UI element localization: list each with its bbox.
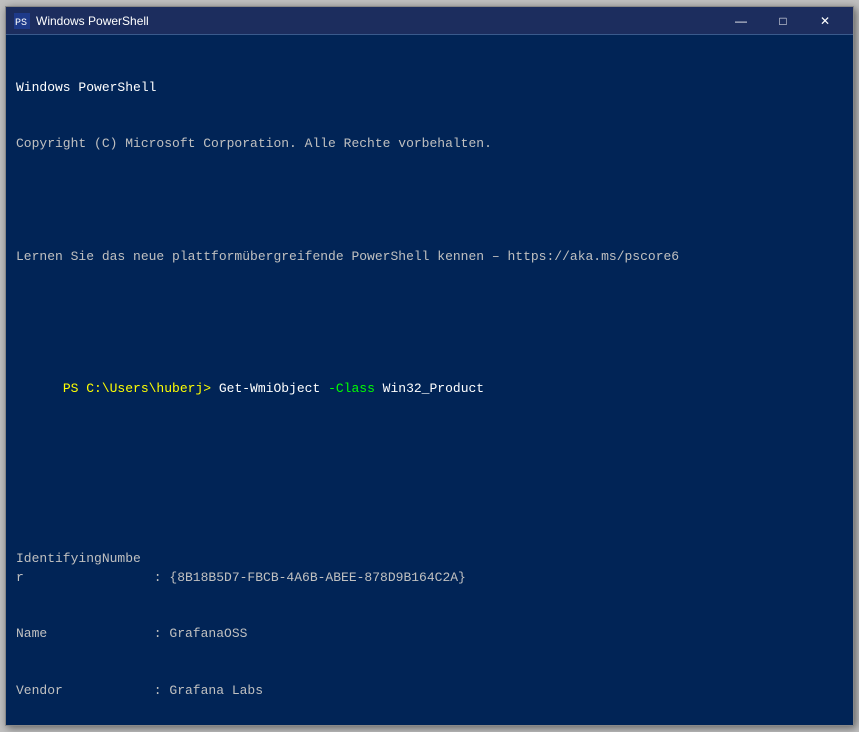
close-button[interactable]: ✕ [805, 11, 845, 31]
blank3 [16, 456, 843, 475]
svg-text:PS: PS [15, 18, 27, 29]
maximize-button[interactable]: □ [763, 11, 803, 31]
blank2 [16, 305, 843, 324]
powershell-icon: PS [14, 13, 30, 29]
entry0-vendor: Vendor : Grafana Labs [16, 682, 843, 701]
command-line: PS C:\Users\huberj> Get-WmiObject -Class… [16, 361, 843, 418]
blank1 [16, 192, 843, 211]
powershell-window: PS Windows PowerShell — □ ✕ Windows Powe… [5, 6, 854, 726]
cmd-get: Get-WmiObject [219, 381, 320, 396]
window-title: Windows PowerShell [36, 14, 721, 28]
window-controls: — □ ✕ [721, 11, 845, 31]
header-line2: Copyright (C) Microsoft Corporation. All… [16, 135, 843, 154]
cmd-param: -Class [320, 381, 375, 396]
minimize-button[interactable]: — [721, 11, 761, 31]
cmd-class: Win32_Product [375, 381, 484, 396]
terminal-content[interactable]: Windows PowerShell Copyright (C) Microso… [6, 35, 853, 725]
prompt-text: PS C:\Users\huberj> [63, 381, 219, 396]
header-line4: Lernen Sie das neue plattformübergreifen… [16, 248, 843, 267]
header-line1: Windows PowerShell [16, 79, 843, 98]
entry0-name: Name : GrafanaOSS [16, 625, 843, 644]
titlebar: PS Windows PowerShell — □ ✕ [6, 7, 853, 35]
entry0-id: IdentifyingNumber : {8B18B5D7-FBCB-4A6B-… [16, 550, 843, 588]
